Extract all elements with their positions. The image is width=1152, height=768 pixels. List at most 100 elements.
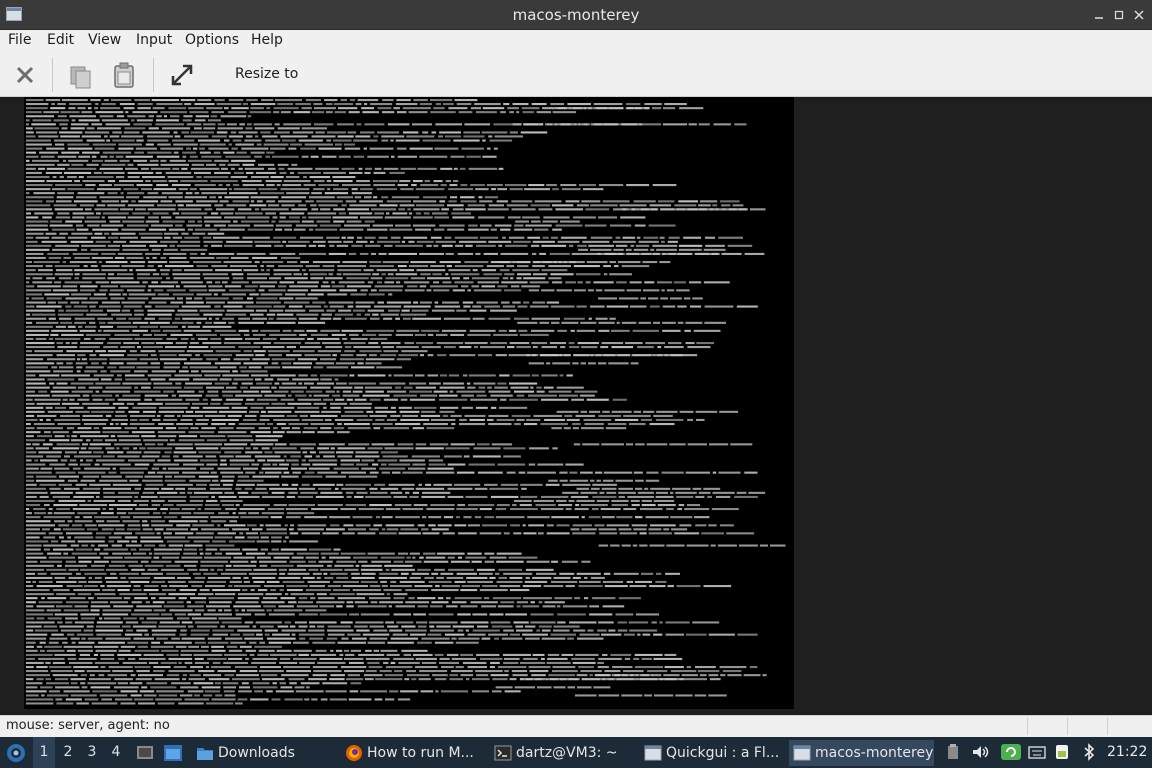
log-line <box>26 143 355 146</box>
workspace-1[interactable]: 1 <box>33 737 55 768</box>
log-line <box>26 220 580 223</box>
log-line <box>26 637 604 640</box>
menu-help[interactable]: Help <box>251 32 283 48</box>
copy-icon[interactable] <box>64 58 98 92</box>
log-line <box>26 273 632 276</box>
log-line <box>26 337 388 340</box>
update-icon[interactable] <box>1000 743 1022 761</box>
keyboard-icon[interactable] <box>1028 743 1046 761</box>
maximize-icon[interactable] <box>1110 6 1128 24</box>
log-line <box>26 301 559 304</box>
log-line <box>26 163 298 166</box>
log-line <box>26 471 758 474</box>
show-desktop-icon[interactable] <box>134 737 156 768</box>
start-menu-icon[interactable] <box>4 737 28 768</box>
log-line <box>26 358 411 361</box>
log-line <box>26 483 617 486</box>
log-line <box>26 370 268 373</box>
battery-icon[interactable] <box>1054 743 1072 761</box>
task-firefox[interactable]: How to run M... <box>341 740 486 766</box>
bluetooth-icon[interactable] <box>1080 743 1098 761</box>
log-line <box>26 479 660 482</box>
menu-file[interactable]: File <box>8 32 31 48</box>
log-line <box>26 536 289 539</box>
log-line <box>26 192 372 195</box>
close-icon[interactable] <box>1130 6 1148 24</box>
log-line <box>26 212 471 215</box>
log-line <box>26 305 758 308</box>
log-line <box>26 617 242 620</box>
log-line <box>26 423 675 426</box>
volume-icon[interactable] <box>971 743 989 761</box>
log-line <box>26 147 498 150</box>
log-line <box>26 443 753 446</box>
resize-to-label[interactable]: Resize to <box>235 66 298 82</box>
log-line <box>26 155 497 158</box>
clipboard-icon[interactable] <box>944 743 962 761</box>
task-quickgui[interactable]: Quickgui : a Fl... <box>640 740 785 766</box>
log-line <box>26 236 743 239</box>
log-line <box>26 394 595 397</box>
log-line <box>26 107 704 110</box>
fullscreen-icon[interactable] <box>165 58 199 92</box>
log-line <box>26 629 658 632</box>
log-line <box>26 406 528 409</box>
task-label: macos-monterey <box>815 745 934 761</box>
log-line <box>26 111 577 114</box>
menu-view[interactable]: View <box>88 32 121 48</box>
log-line <box>26 309 517 312</box>
log-line <box>26 171 405 174</box>
menu-options[interactable]: Options <box>185 32 239 48</box>
clock[interactable]: 21:22 <box>1107 737 1147 768</box>
log-line <box>26 439 278 442</box>
log-line <box>26 139 513 142</box>
menu-input[interactable]: Input <box>136 32 172 48</box>
log-line <box>26 605 625 608</box>
log-line <box>26 216 646 219</box>
log-line <box>26 398 627 401</box>
task-terminal[interactable]: dartz@VM3: ~ <box>490 740 635 766</box>
log-line <box>26 176 356 179</box>
toolbar: Resize to <box>0 52 1152 97</box>
window-list-icon[interactable] <box>162 737 184 768</box>
workspace-2[interactable]: 2 <box>57 737 79 768</box>
log-line <box>26 702 243 705</box>
log-line <box>26 180 459 183</box>
log-line <box>26 609 327 612</box>
log-line <box>26 649 428 652</box>
paste-icon[interactable] <box>107 58 141 92</box>
workspace-4[interactable]: 4 <box>105 737 127 768</box>
task-label: Downloads <box>218 745 295 761</box>
task-downloads[interactable]: Downloads <box>192 740 337 766</box>
task-label: How to run M... <box>367 745 474 761</box>
task-label: dartz@VM3: ~ <box>516 745 618 761</box>
guest-display[interactable] <box>0 97 1152 715</box>
menu-edit[interactable]: Edit <box>47 32 74 48</box>
log-line <box>26 378 339 381</box>
log-line <box>26 232 225 235</box>
log-line <box>26 317 616 320</box>
window-titlebar[interactable]: macos-monterey <box>0 0 1152 30</box>
workspace-3[interactable]: 3 <box>81 737 103 768</box>
log-line <box>26 261 671 264</box>
boot-log-text <box>26 99 786 705</box>
log-line <box>26 568 554 571</box>
log-line <box>26 504 701 507</box>
log-line <box>26 694 727 697</box>
task-macos-monterey[interactable]: macos-monterey <box>789 740 934 766</box>
log-line <box>26 427 627 430</box>
folder-icon <box>197 748 213 760</box>
firefox-icon <box>346 745 362 761</box>
minimize-icon[interactable] <box>1090 6 1108 24</box>
log-line <box>26 516 710 519</box>
log-line <box>26 123 747 126</box>
window-icon <box>793 745 811 761</box>
terminal-icon <box>494 745 512 761</box>
window-icon <box>644 745 662 761</box>
log-line <box>26 248 726 251</box>
log-line <box>26 682 362 685</box>
log-line <box>26 674 767 677</box>
close-icon[interactable] <box>8 58 42 92</box>
log-line <box>26 499 675 502</box>
log-line <box>26 362 639 365</box>
